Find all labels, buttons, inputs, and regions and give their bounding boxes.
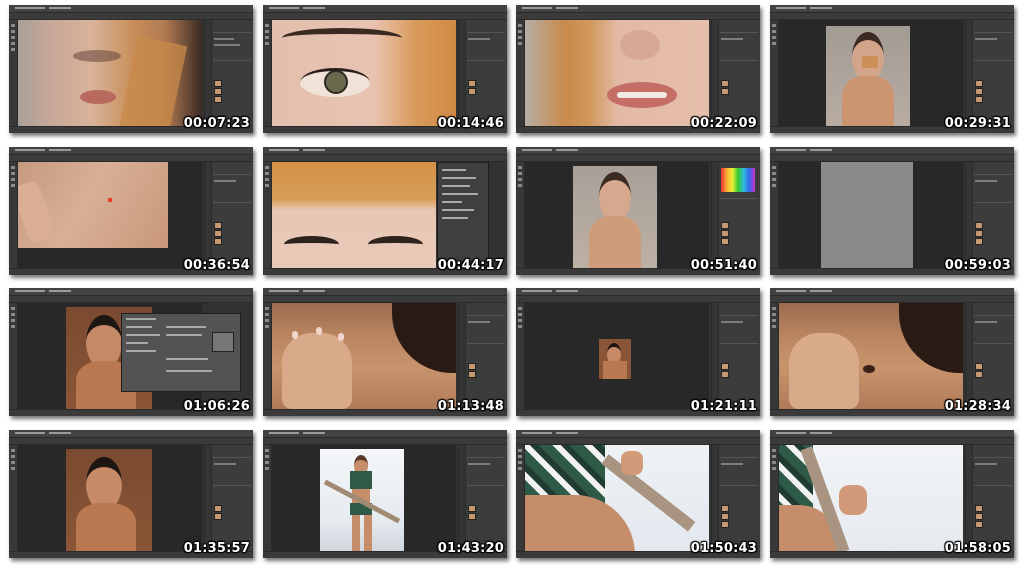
adjustment-dialog[interactable] <box>121 313 241 392</box>
photo-portrait-brown <box>66 449 152 551</box>
photo-lips-closeup <box>525 20 709 127</box>
photo-swimsuit-model <box>320 449 404 551</box>
timestamp: 01:28:34 <box>944 399 1011 414</box>
photo-face-closeup <box>18 20 202 127</box>
photo-swimsuit-closeup <box>779 445 963 552</box>
timestamp: 00:22:09 <box>690 116 757 131</box>
thumbnail-tile[interactable]: 01:50:43 <box>516 430 760 558</box>
thumbnail-tile[interactable]: 01:43:20 <box>263 430 507 558</box>
timestamp: 01:58:05 <box>944 541 1011 556</box>
canvas-area[interactable] <box>779 303 963 410</box>
timestamp: 01:21:11 <box>690 399 757 414</box>
thumbnail-grid: 00:07:23 00:14:46 00:22:09 00:29:31 00:3… <box>0 0 1024 570</box>
thumbnail-tile[interactable]: 00:07:23 <box>9 5 253 133</box>
thumbnail-tile[interactable]: 01:58:05 <box>770 430 1014 558</box>
photo-chin-hand <box>779 303 963 410</box>
thumbnail-tile[interactable]: 00:14:46 <box>263 5 507 133</box>
timestamp: 01:50:43 <box>690 541 757 556</box>
thumbnail-tile[interactable]: 01:35:57 <box>9 430 253 558</box>
thumbnail-tile[interactable]: 01:13:48 <box>263 288 507 416</box>
timestamp: 00:14:46 <box>437 116 504 131</box>
timestamp: 01:35:57 <box>183 541 250 556</box>
thumbnail-tile[interactable]: 01:21:11 <box>516 288 760 416</box>
thumbnail-tile[interactable]: 00:36:54 <box>9 147 253 275</box>
photo-portrait-small <box>599 339 631 379</box>
canvas-area[interactable] <box>525 162 709 269</box>
thumbnail-tile[interactable]: 00:51:40 <box>516 147 760 275</box>
photo-neck-hand <box>18 162 168 248</box>
timestamp: 01:43:20 <box>437 541 504 556</box>
timestamp: 01:13:48 <box>437 399 504 414</box>
canvas-area[interactable] <box>272 445 456 552</box>
timestamp: 00:59:03 <box>944 258 1011 273</box>
canvas-area[interactable] <box>525 303 709 410</box>
canvas-area[interactable] <box>272 20 456 127</box>
photo-portrait <box>826 26 910 126</box>
photo-eyebrows <box>272 162 436 269</box>
canvas-area[interactable] <box>779 20 963 127</box>
canvas-area[interactable] <box>525 445 709 552</box>
canvas-area[interactable] <box>272 303 456 410</box>
thumbnail-tile[interactable]: 01:06:26 <box>9 288 253 416</box>
thumbnail-tile[interactable]: 00:22:09 <box>516 5 760 133</box>
canvas-area[interactable] <box>525 20 709 127</box>
canvas-area[interactable] <box>272 162 436 269</box>
thumbnail-tile[interactable]: 00:44:17 <box>263 147 507 275</box>
canvas-area[interactable] <box>779 445 963 552</box>
properties-panel[interactable] <box>437 162 489 262</box>
canvas-area[interactable] <box>18 20 202 127</box>
canvas-area[interactable] <box>18 162 202 269</box>
timestamp: 00:51:40 <box>690 258 757 273</box>
timestamp: 00:36:54 <box>183 258 250 273</box>
photo-swimsuit-closeup <box>525 445 709 552</box>
photo-grey-fill <box>821 162 913 269</box>
canvas-area[interactable] <box>18 445 202 552</box>
thumbnail-tile[interactable]: 00:59:03 <box>770 147 1014 275</box>
photo-portrait <box>573 166 657 268</box>
photo-chin-hand <box>272 303 456 410</box>
timestamp: 00:29:31 <box>944 116 1011 131</box>
canvas-area[interactable] <box>779 162 963 269</box>
timestamp: 00:44:17 <box>437 258 504 273</box>
timestamp: 01:06:26 <box>183 399 250 414</box>
photo-eye-closeup <box>272 20 456 127</box>
thumbnail-tile[interactable]: 01:28:34 <box>770 288 1014 416</box>
timestamp: 00:07:23 <box>183 116 250 131</box>
thumbnail-tile[interactable]: 00:29:31 <box>770 5 1014 133</box>
